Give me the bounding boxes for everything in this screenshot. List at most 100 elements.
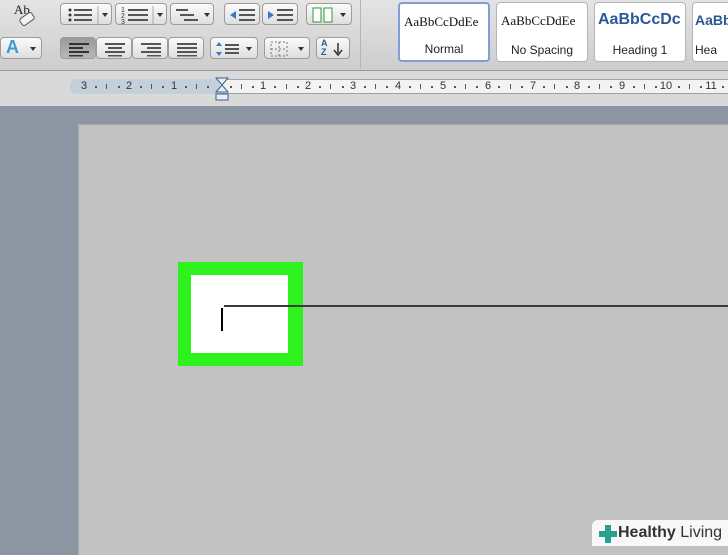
style-no-spacing[interactable]: AaBbCcDdEe No Spacing <box>496 2 588 62</box>
style-normal[interactable]: AaBbCcDdEe Normal <box>398 2 490 62</box>
ruler-tick <box>330 84 331 89</box>
watermark-text: Healthy Living <box>618 524 722 542</box>
style-heading-1[interactable]: AaBbCcDc Heading 1 <box>594 2 686 62</box>
ruler-label: 3 <box>349 80 357 92</box>
numbering-button[interactable]: 1 2 3 <box>115 3 167 26</box>
ruler-tick <box>162 86 164 88</box>
ruler-tick <box>510 84 511 89</box>
align-left-button[interactable] <box>60 37 96 59</box>
ruler-tick <box>678 86 680 88</box>
ruler-tick <box>286 84 287 89</box>
align-center-button[interactable] <box>96 37 132 59</box>
toolbar-separator <box>360 0 361 68</box>
ruler-tick <box>140 86 142 88</box>
ruler-tick <box>700 86 702 88</box>
columns-icon <box>312 7 346 23</box>
ruler-tick <box>722 86 724 88</box>
ruler-tick <box>644 84 645 89</box>
ruler-tick <box>655 86 657 88</box>
ruler-label: 7 <box>529 80 537 92</box>
decrease-indent-icon <box>230 9 255 21</box>
document-page[interactable] <box>78 124 728 555</box>
ruler-label: 11 <box>705 80 717 92</box>
eraser-icon <box>19 11 35 27</box>
increase-indent-button[interactable] <box>262 3 298 25</box>
ruler-tick <box>610 86 612 88</box>
ruler-label: 1 <box>259 80 267 92</box>
watermark-brand-suffix: Living <box>680 524 723 541</box>
ruler-tick <box>241 84 242 89</box>
line-spacing-button[interactable] <box>210 37 258 59</box>
ruler-tick <box>588 86 590 88</box>
ruler-label: 5 <box>439 80 447 92</box>
line-spacing-icon <box>216 42 252 56</box>
ruler-tick <box>151 84 152 89</box>
ruler-tick <box>252 86 254 88</box>
bullets-button[interactable] <box>60 3 112 25</box>
indent-marker-icon[interactable] <box>214 76 230 104</box>
style-preview: AaBb <box>695 12 728 28</box>
ruler-tick <box>274 86 276 88</box>
text-cursor <box>221 308 223 331</box>
columns-button[interactable] <box>306 3 352 25</box>
ruler-label: 4 <box>394 80 402 92</box>
align-right-button[interactable] <box>132 37 168 59</box>
justify-button[interactable] <box>168 37 204 59</box>
ruler-tick <box>476 86 478 88</box>
borders-button[interactable] <box>264 37 310 59</box>
ruler-tick <box>364 86 366 88</box>
ruler-tick <box>375 84 376 89</box>
style-label: Normal <box>424 42 464 56</box>
ruler-tick <box>342 86 344 88</box>
ruler-tick <box>118 86 120 88</box>
formatting-toolbar: Ab 1 2 3 A AZ AaBbCcDdEe Normal AaBbCcDd… <box>0 0 728 71</box>
ruler-tick <box>230 86 232 88</box>
ruler-tick <box>185 86 187 88</box>
align-left-icon <box>69 43 89 57</box>
horizontal-line <box>224 305 728 307</box>
ruler-tick <box>498 86 500 88</box>
bulleted-list-icon <box>68 6 108 24</box>
ruler-margin-shade <box>70 79 220 94</box>
text-effects-button[interactable]: A <box>0 37 42 59</box>
style-label: Hea <box>695 43 718 57</box>
numbered-list-icon: 1 2 3 <box>121 6 163 26</box>
ruler-tick <box>207 86 209 88</box>
change-case-button[interactable]: Ab <box>4 2 40 28</box>
ruler-tick <box>554 84 555 89</box>
ruler-label: 2 <box>304 80 312 92</box>
ruler-label: 1 <box>170 80 178 92</box>
align-center-icon <box>105 43 125 57</box>
ruler-tick <box>543 86 545 88</box>
ruler-tick <box>95 86 97 88</box>
justify-icon <box>177 43 197 57</box>
ruler-label: 2 <box>125 80 133 92</box>
style-preview: AaBbCcDdEe <box>404 14 479 29</box>
ruler-tick <box>689 84 690 89</box>
ruler-label: 9 <box>618 80 626 92</box>
ruler-label: 10 <box>659 80 673 92</box>
watermark-brand: Healthy <box>618 524 676 541</box>
style-preview: AaBbCcDdEe <box>501 13 576 28</box>
ruler-tick <box>297 86 299 88</box>
ruler-label: 3 <box>80 80 88 92</box>
watermark: Healthy Living <box>592 520 728 546</box>
ruler-tick <box>454 86 456 88</box>
style-preview: AaBbCcDc <box>598 11 681 28</box>
svg-text:3: 3 <box>121 19 125 26</box>
ruler-tick <box>566 86 568 88</box>
text-area[interactable] <box>191 275 288 353</box>
style-heading-2[interactable]: AaBb Hea <box>692 2 728 62</box>
sort-button[interactable]: AZ <box>316 37 350 59</box>
ruler-tick <box>196 84 197 89</box>
ruler-tick <box>386 86 388 88</box>
borders-icon <box>270 41 304 57</box>
multilevel-list-button[interactable] <box>170 3 214 25</box>
ruler-tick <box>521 86 523 88</box>
decrease-indent-button[interactable] <box>224 3 260 25</box>
align-right-icon <box>141 43 161 57</box>
chevron-down-icon <box>30 47 36 51</box>
ruler-tick <box>465 84 466 89</box>
style-label: Heading 1 <box>612 43 668 57</box>
sort-arrow-icon <box>333 43 343 57</box>
